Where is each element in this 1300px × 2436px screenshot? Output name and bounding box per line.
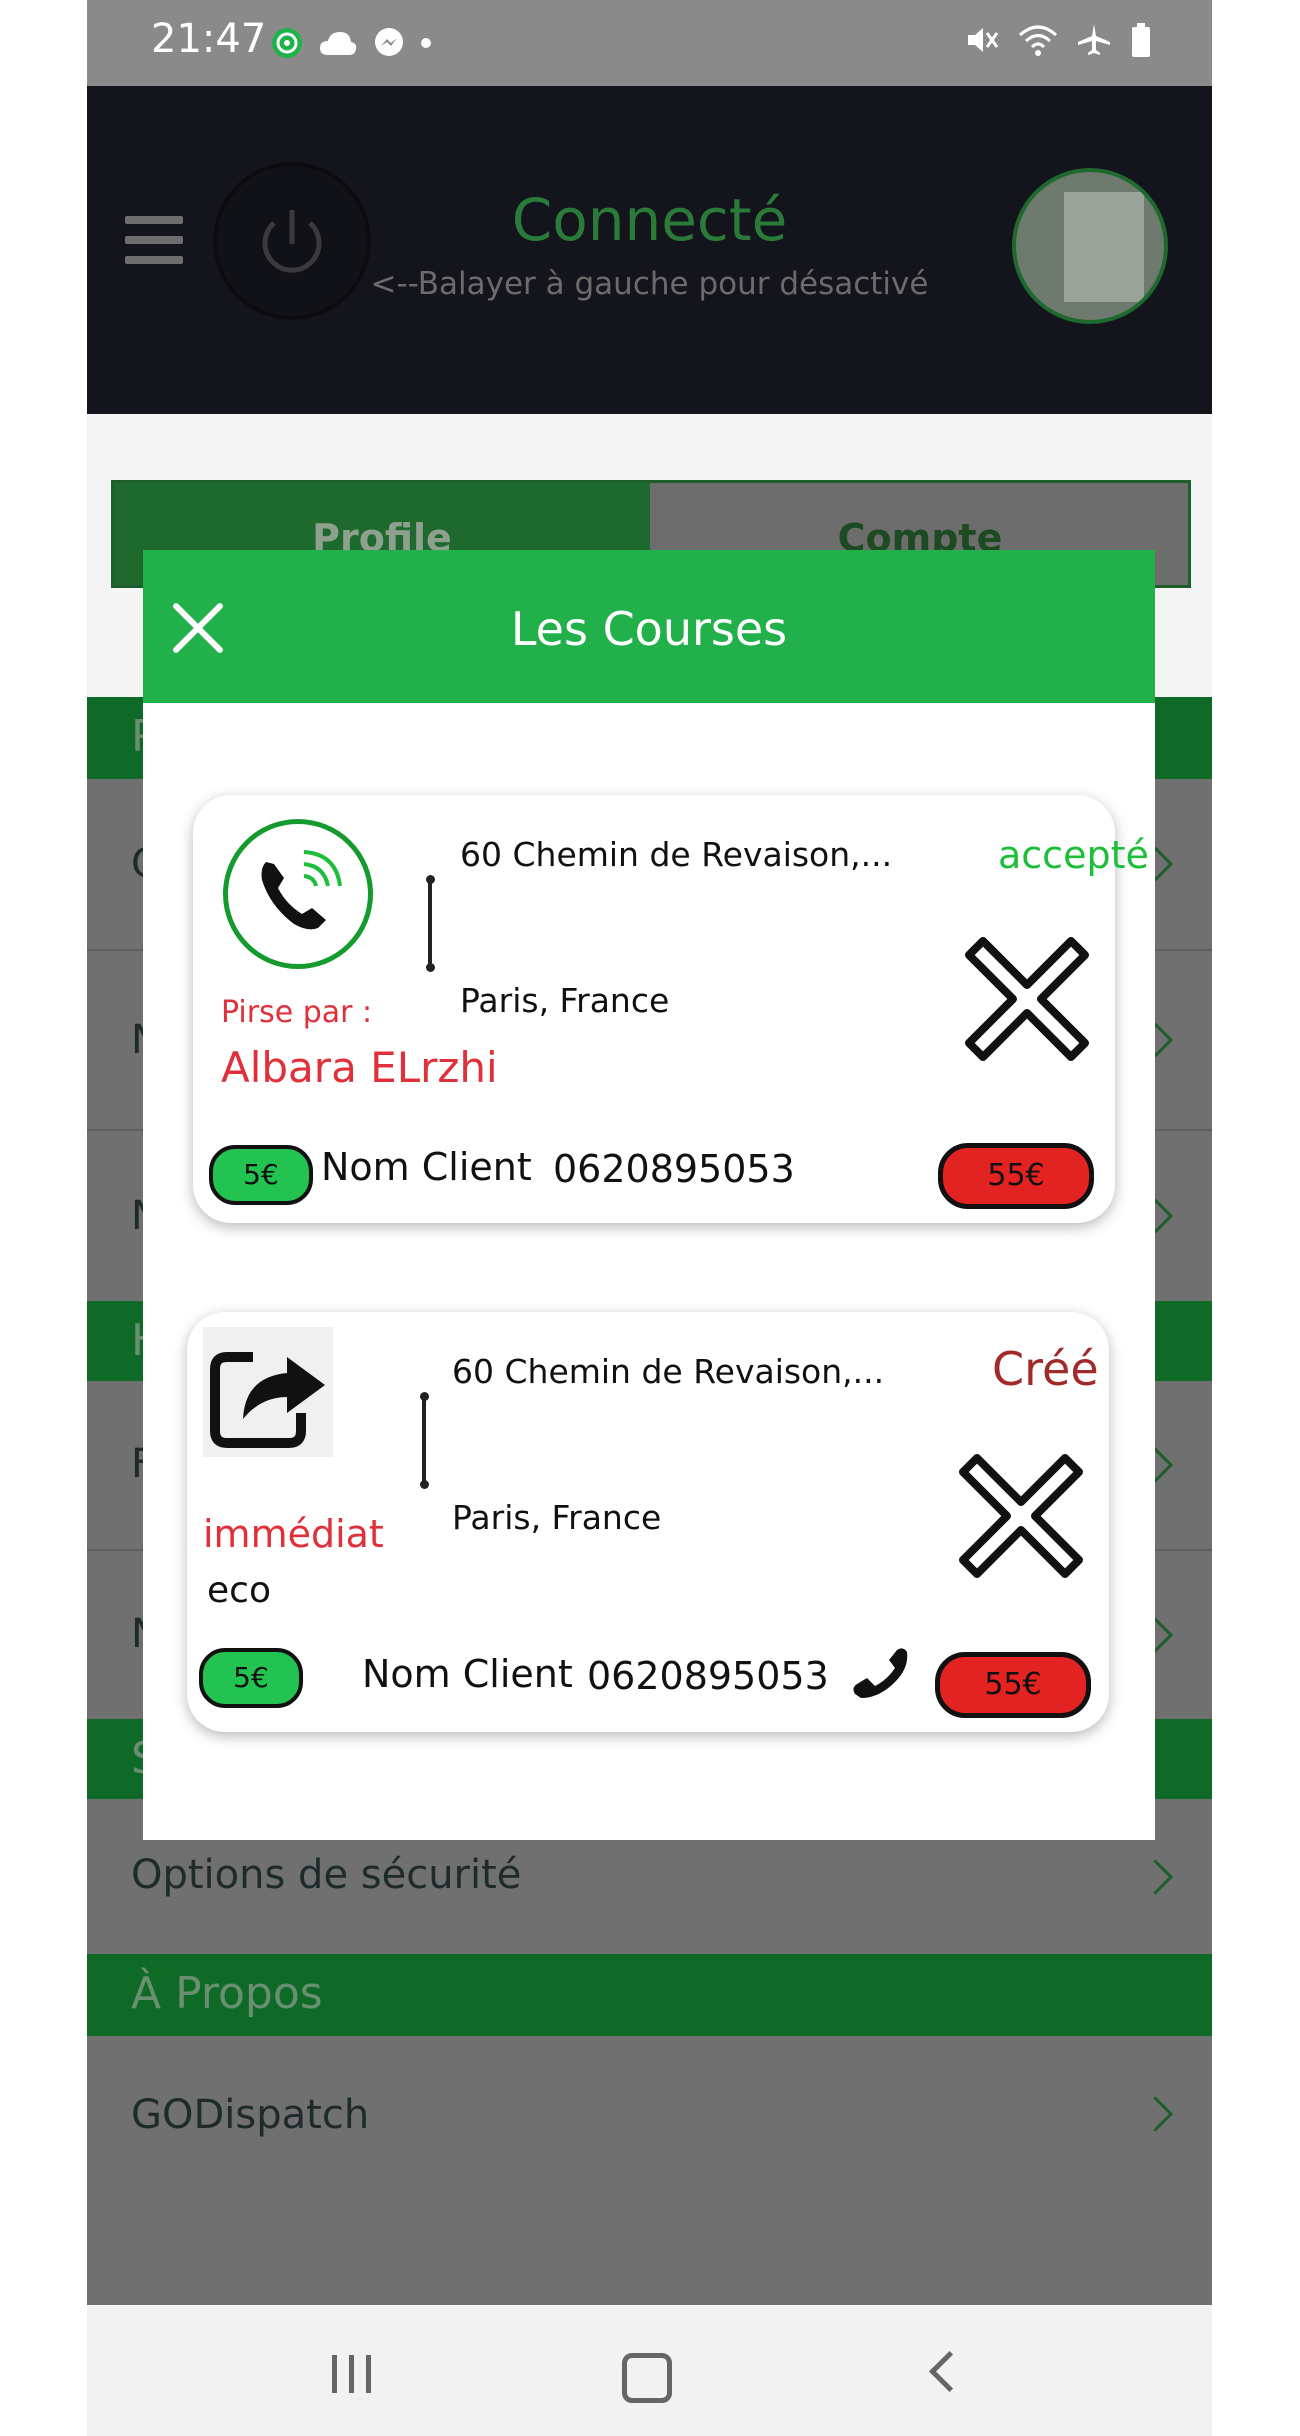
system-nav-bar <box>87 2305 1212 2436</box>
about-section-header: À Propos <box>87 1954 1212 2036</box>
route-line <box>419 1392 429 1492</box>
messenger-icon <box>375 28 403 56</box>
modal-title: Les Courses <box>510 602 788 656</box>
client-phone[interactable]: 0620895053 <box>587 1654 829 1698</box>
pickup-address: 60 Chemin de Revaison,... <box>452 1352 885 1391</box>
airplane-icon <box>1078 24 1110 55</box>
ride-category: eco <box>207 1570 271 1611</box>
phone-icon[interactable] <box>847 1642 917 1702</box>
phone-call-icon[interactable] <box>223 819 373 969</box>
mute-icon <box>968 28 999 52</box>
client-name: Nom Client <box>321 1145 532 1189</box>
dropoff-address: Paris, France <box>452 1498 662 1537</box>
ride-status: Créé <box>992 1342 1099 1396</box>
wifi-icon <box>1019 25 1057 56</box>
notification-icons <box>270 26 432 60</box>
pickup-address: 60 Chemin de Revaison,... <box>460 835 893 874</box>
ride-status: accepté <box>998 833 1149 877</box>
app-header: Connecté <--Balayer à gauche pour désact… <box>87 86 1212 414</box>
share-icon[interactable] <box>203 1327 333 1457</box>
client-name: Nom Client <box>362 1652 573 1696</box>
system-icons <box>964 22 1152 58</box>
cloud-icon <box>320 32 357 55</box>
recent-apps-icon[interactable] <box>332 2355 371 2393</box>
client-phone[interactable]: 0620895053 <box>553 1147 795 1191</box>
ride-card[interactable]: 60 Chemin de Revaison,... Paris, France … <box>193 795 1149 1223</box>
delete-x-icon[interactable] <box>963 935 1091 1063</box>
page-filler <box>87 2191 1212 2305</box>
status-bar: 21:47 <box>87 0 1212 86</box>
battery-icon <box>1132 23 1150 57</box>
dot-icon <box>421 38 431 48</box>
modal-header: Les Courses <box>143 550 1155 703</box>
avatar[interactable] <box>1012 168 1168 324</box>
status-time: 21:47 <box>151 16 267 62</box>
driver-name: Albara ELrzhi <box>221 1043 498 1092</box>
tip-badge: 5€ <box>199 1648 303 1708</box>
steering-wheel-icon <box>272 28 302 58</box>
price-badge: 55€ <box>935 1652 1091 1718</box>
route-line <box>425 875 435 975</box>
chevron-right-icon <box>1137 1858 1174 1895</box>
dropoff-address: Paris, France <box>460 981 670 1020</box>
ride-card[interactable]: 60 Chemin de Revaison,... Paris, France … <box>187 1312 1109 1732</box>
taken-by-label: Pirse par : <box>221 995 373 1030</box>
ride-type: immédiat <box>203 1512 384 1556</box>
security-options-label: Options de sécurité <box>131 1852 522 1898</box>
tip-badge: 5€ <box>209 1145 313 1205</box>
chevron-right-icon <box>1137 2095 1174 2132</box>
price-badge: 55€ <box>938 1143 1094 1209</box>
home-icon[interactable] <box>622 2353 672 2403</box>
back-icon[interactable] <box>928 2350 971 2393</box>
rides-modal: Les Courses 60 Chemin de Revaison,... Pa… <box>143 550 1155 1840</box>
godispatch-row[interactable]: GODispatch <box>87 2036 1212 2191</box>
godispatch-label: GODispatch <box>131 2092 370 2138</box>
delete-x-icon[interactable] <box>957 1452 1085 1580</box>
